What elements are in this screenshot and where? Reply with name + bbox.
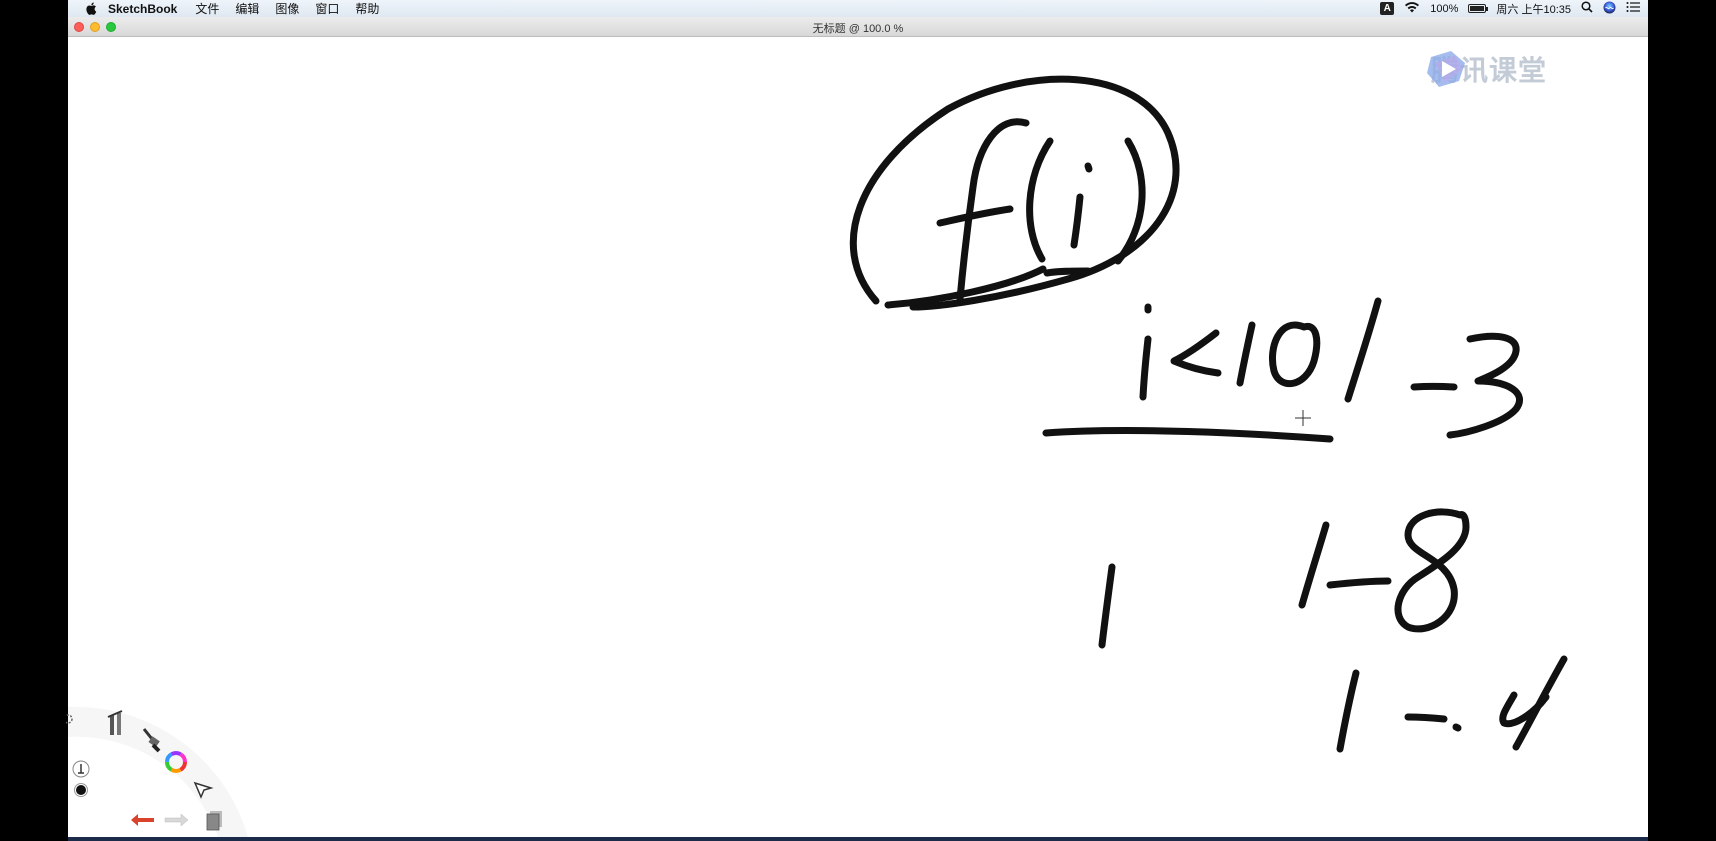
siri-icon[interactable] <box>1603 1 1616 17</box>
clock[interactable]: 周六 上午10:35 <box>1496 1 1571 17</box>
window-title: 无标题 @ 100.0 % <box>812 23 904 35</box>
input-source-icon[interactable]: A <box>1380 2 1395 15</box>
color-wheel-icon[interactable] <box>164 750 188 779</box>
menu-window[interactable]: 窗口 <box>315 0 339 17</box>
menu-edit[interactable]: 编辑 <box>235 0 259 17</box>
settings-icon[interactable] <box>63 712 76 731</box>
drawing-canvas[interactable]: 腾讯课堂 <box>68 37 1648 837</box>
watermark: 腾讯课堂 <box>1425 49 1547 89</box>
apple-icon[interactable] <box>84 2 98 15</box>
menu-file[interactable]: 文件 <box>195 0 219 17</box>
battery-icon[interactable] <box>1468 4 1489 13</box>
screen-bottom-strip <box>68 837 1648 841</box>
control-center-icon[interactable] <box>1626 1 1640 16</box>
brush-puck-icon[interactable] <box>72 760 90 783</box>
ink-strokes <box>849 75 1568 753</box>
brush-icon[interactable] <box>140 725 164 758</box>
selection-icon[interactable] <box>192 779 214 804</box>
battery-percent: 100% <box>1430 2 1459 15</box>
status-area: A 100% 周六 上午10:35 <box>1380 1 1648 17</box>
title-bar[interactable]: 无标题 @ 100.0 % <box>68 17 1648 37</box>
menu-help[interactable]: 帮助 <box>355 0 379 17</box>
wifi-icon[interactable] <box>1404 1 1420 16</box>
ruler-tools-icon[interactable] <box>104 709 128 742</box>
color-puck-icon[interactable] <box>74 783 88 802</box>
undo-icon[interactable] <box>130 812 156 833</box>
menu-image[interactable]: 图像 <box>275 0 299 17</box>
redo-icon[interactable] <box>163 812 189 833</box>
menu-bar: SketchBook 文件 编辑 图像 窗口 帮助 A 100% 周六 上午10… <box>68 0 1648 17</box>
search-icon[interactable] <box>1581 1 1593 16</box>
layers-icon[interactable] <box>204 809 224 836</box>
app-menu[interactable]: SketchBook <box>108 2 177 16</box>
sketchbook-window: 无标题 @ 100.0 % 腾讯课堂 <box>63 17 1648 837</box>
crosshair-cursor-icon <box>1295 410 1311 426</box>
